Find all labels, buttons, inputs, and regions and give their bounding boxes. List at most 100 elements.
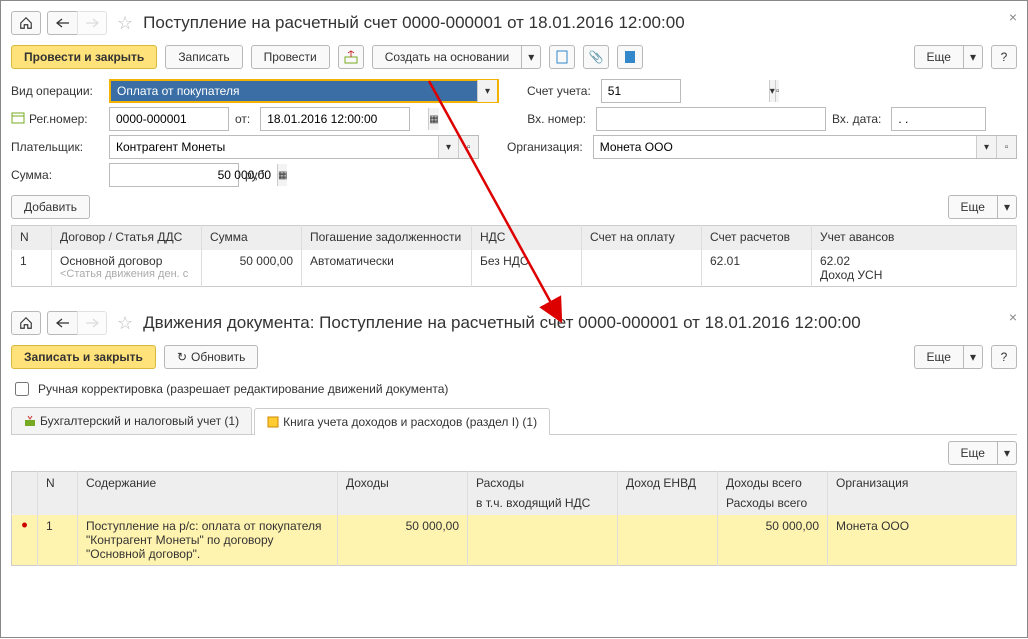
table-row[interactable]: 1 Основной договор <Статья движения ден.…	[12, 250, 1017, 287]
sum-calc-icon[interactable]: ▦	[277, 164, 287, 186]
cell-acc: 62.01	[702, 250, 812, 287]
org-open-icon[interactable]: ▫	[996, 136, 1016, 158]
payments-table: N Договор / Статья ДДС Сумма Погашение з…	[11, 225, 1017, 287]
col-outcome-total[interactable]: Расходы всего	[726, 490, 819, 510]
col-sum[interactable]: Сумма	[202, 226, 302, 250]
op-type-dropdown-icon[interactable]: ▾	[477, 80, 497, 102]
cell-expense	[468, 515, 618, 566]
col-adv[interactable]: Учет авансов	[812, 226, 1017, 250]
cell-n: 1	[12, 250, 52, 287]
more-button[interactable]: Еще	[914, 45, 963, 69]
cell-content: Поступление на р/с: оплата от покупателя…	[78, 515, 338, 566]
account-open-icon[interactable]: ▫	[775, 80, 780, 102]
tab-accounting-label: Бухгалтерский и налоговый учет (1)	[40, 414, 239, 428]
refresh-button[interactable]: ↻ Обновить	[164, 345, 258, 369]
more-dropdown[interactable]: ▾	[963, 45, 983, 69]
close-icon[interactable]: ×	[1009, 309, 1017, 325]
row-marker-icon: •	[21, 515, 27, 535]
back-button[interactable]	[47, 311, 77, 335]
cell-contract-sub: <Статья движения ден. с	[60, 268, 193, 280]
currency-label: руб.	[245, 168, 272, 182]
table2-more-dropdown[interactable]: ▾	[997, 441, 1017, 465]
table-more-button[interactable]: Еще	[948, 195, 997, 219]
payer-dropdown-icon[interactable]: ▾	[438, 136, 458, 158]
cell-invoice	[582, 250, 702, 287]
refresh-label: Обновить	[191, 350, 245, 364]
save-button[interactable]: Записать	[165, 45, 242, 69]
date-input[interactable]	[261, 108, 428, 130]
cell-sum: 50 000,00	[202, 250, 302, 287]
create-based-on-button[interactable]: Создать на основании	[372, 45, 522, 69]
report-icon[interactable]	[617, 45, 643, 69]
from-label: от:	[235, 112, 254, 126]
in-number-input[interactable]	[597, 108, 825, 130]
table-more-dropdown[interactable]: ▾	[997, 195, 1017, 219]
paperclip-icon[interactable]: 📎	[583, 45, 609, 69]
help-button[interactable]: ?	[991, 45, 1017, 69]
home-button[interactable]	[11, 311, 41, 335]
tab-accounting[interactable]: Бухгалтерский и налоговый учет (1)	[11, 407, 252, 434]
account-label: Счет учета:	[527, 84, 595, 98]
col-n[interactable]: N	[38, 472, 78, 515]
page-title: Движения документа: Поступление на расче…	[143, 313, 861, 333]
sum-label: Сумма:	[11, 168, 103, 182]
back-button[interactable]	[47, 11, 77, 35]
col-acc[interactable]: Счет расчетов	[702, 226, 812, 250]
col-income[interactable]: Доходы	[338, 472, 468, 515]
close-icon[interactable]: ×	[1009, 9, 1017, 25]
col-repay[interactable]: Погашение задолженности	[302, 226, 472, 250]
cell-adv1: 62.02	[820, 254, 1008, 268]
cell-org: Монета ООО	[828, 515, 1017, 566]
attach-form-button[interactable]	[549, 45, 575, 69]
forward-button[interactable]	[77, 311, 107, 335]
col-envd[interactable]: Доход ЕНВД	[618, 472, 718, 515]
cell-vat: Без НДС	[472, 250, 582, 287]
col-invoice[interactable]: Счет на оплату	[582, 226, 702, 250]
more-dropdown[interactable]: ▾	[963, 345, 983, 369]
forward-button[interactable]	[77, 11, 107, 35]
col-income-total[interactable]: Доходы всего	[726, 476, 819, 490]
cell-repay: Автоматически	[302, 250, 472, 287]
cell-contract: Основной договор	[60, 254, 193, 268]
create-based-on-dropdown[interactable]: ▾	[521, 45, 541, 69]
book-icon	[267, 416, 279, 428]
add-row-button[interactable]: Добавить	[11, 195, 90, 219]
col-expense[interactable]: Расходы	[476, 476, 609, 490]
calendar-icon[interactable]: ▦	[428, 108, 438, 130]
op-type-input[interactable]	[111, 80, 477, 102]
cell-envd	[618, 515, 718, 566]
in-date-input[interactable]	[892, 108, 1028, 130]
col-org[interactable]: Организация	[828, 472, 1017, 515]
favorite-icon[interactable]: ☆	[113, 313, 137, 334]
in-number-label: Вх. номер:	[527, 112, 590, 126]
col-n[interactable]: N	[12, 226, 52, 250]
col-marker[interactable]	[12, 472, 38, 515]
help-button[interactable]: ?	[991, 345, 1017, 369]
org-input[interactable]	[594, 136, 976, 158]
post-and-close-button[interactable]: Провести и закрыть	[11, 45, 157, 69]
movements-button[interactable]	[338, 45, 364, 69]
in-date-label: Вх. дата:	[832, 112, 885, 126]
col-vat[interactable]: НДС	[472, 226, 582, 250]
col-contract[interactable]: Договор / Статья ДДС	[52, 226, 202, 250]
more-button[interactable]: Еще	[914, 345, 963, 369]
manual-correction-checkbox[interactable]	[15, 382, 29, 396]
save-and-close-button[interactable]: Записать и закрыть	[11, 345, 156, 369]
payer-label: Плательщик:	[11, 140, 103, 154]
table2-more-button[interactable]: Еще	[948, 441, 997, 465]
payer-input[interactable]	[110, 136, 438, 158]
reg-label: Рег.номер:	[29, 112, 88, 126]
org-dropdown-icon[interactable]: ▾	[976, 136, 996, 158]
table-row[interactable]: • 1 Поступление на р/с: оплата от покупа…	[12, 515, 1017, 566]
payer-open-icon[interactable]: ▫	[458, 136, 478, 158]
favorite-icon[interactable]: ☆	[113, 13, 137, 34]
col-expense-sub[interactable]: в т.ч. входящий НДС	[476, 490, 609, 510]
home-button[interactable]	[11, 11, 41, 35]
tab-income-book[interactable]: Книга учета доходов и расходов (раздел I…	[254, 408, 550, 435]
post-button[interactable]: Провести	[251, 45, 330, 69]
col-content[interactable]: Содержание	[78, 472, 338, 515]
manual-correction-label: Ручная корректировка (разрешает редактир…	[38, 382, 448, 396]
reg-icon	[11, 112, 25, 127]
account-input[interactable]	[602, 80, 769, 102]
tab-income-book-label: Книга учета доходов и расходов (раздел I…	[283, 415, 537, 429]
